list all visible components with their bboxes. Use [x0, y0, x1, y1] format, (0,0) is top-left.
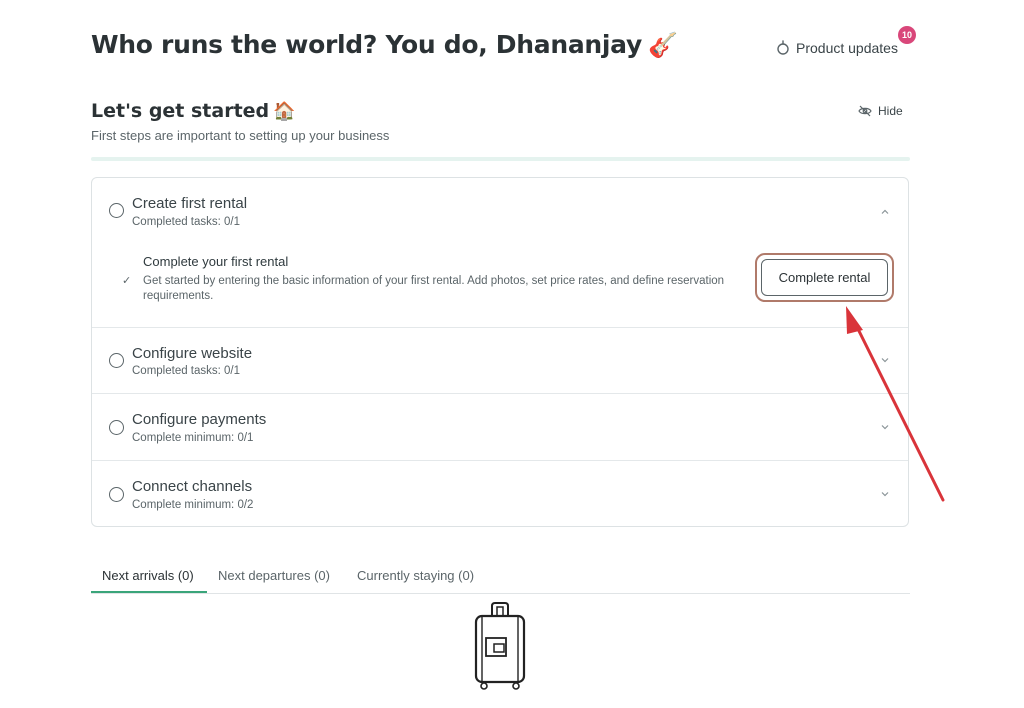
suitcase-illustration	[474, 602, 526, 690]
step-progress: Completed tasks: 0/1	[132, 365, 241, 377]
onboarding-title-text: Let's get started	[91, 100, 270, 122]
guitar-icon: 🎸	[647, 31, 678, 59]
step-status-radio[interactable]	[109, 353, 124, 368]
task-description: Get started by entering the basic inform…	[143, 275, 725, 302]
product-updates-label: Product updates	[796, 40, 898, 56]
chevron-down-icon[interactable]	[880, 489, 890, 499]
onboarding-steps-card: Create first rental Completed tasks: 0/1…	[91, 177, 909, 527]
notification-icon	[777, 40, 789, 55]
product-updates-button[interactable]: Product updates	[776, 40, 898, 56]
chevron-up-icon[interactable]	[880, 207, 890, 217]
step-title: Configure website	[132, 345, 253, 362]
step-progress: Completed tasks: 0/1	[132, 216, 241, 228]
step-connect-channels[interactable]: Connect channels Complete minimum: 0/2	[92, 461, 908, 527]
tab-currently-staying[interactable]: Currently staying (0)	[357, 568, 474, 583]
page-title-text: Who runs the world? You do, Dhananjay	[91, 30, 642, 59]
step-status-radio[interactable]	[109, 203, 124, 218]
step-status-radio[interactable]	[109, 487, 124, 502]
chevron-down-icon[interactable]	[880, 355, 890, 365]
step-create-first-rental[interactable]: Create first rental Completed tasks: 0/1…	[92, 178, 908, 328]
step-progress: Complete minimum: 0/1	[132, 432, 254, 444]
onboarding-subtitle: First steps are important to setting up …	[91, 128, 390, 143]
step-title: Create first rental	[132, 195, 248, 212]
updates-count-badge: 10	[898, 26, 916, 44]
tab-next-arrivals[interactable]: Next arrivals (0)	[102, 568, 194, 583]
step-status-radio[interactable]	[109, 420, 124, 435]
chevron-down-icon[interactable]	[880, 422, 890, 432]
hide-button[interactable]: Hide	[858, 104, 903, 118]
step-title: Connect channels	[132, 478, 253, 495]
onboarding-progress-bar	[91, 157, 910, 161]
step-configure-payments[interactable]: Configure payments Complete minimum: 0/1	[92, 394, 908, 461]
house-icon: 🏠	[273, 101, 296, 122]
check-icon: ✓	[122, 275, 132, 287]
step-configure-website[interactable]: Configure website Completed tasks: 0/1	[92, 328, 908, 394]
step-title: Configure payments	[132, 411, 267, 428]
reservations-tabs: Next arrivals (0) Next departures (0) Cu…	[91, 560, 910, 594]
hide-label: Hide	[878, 104, 903, 118]
complete-rental-button[interactable]: Complete rental	[761, 259, 888, 296]
onboarding-title: Let's get started 🏠	[91, 100, 296, 122]
page-title: Who runs the world? You do, Dhananjay 🎸	[91, 30, 678, 59]
task-title: Complete your first rental	[143, 254, 289, 269]
active-tab-indicator	[91, 591, 207, 593]
step-progress: Complete minimum: 0/2	[132, 499, 254, 511]
tab-next-departures[interactable]: Next departures (0)	[218, 568, 330, 583]
eye-off-icon	[858, 105, 872, 117]
